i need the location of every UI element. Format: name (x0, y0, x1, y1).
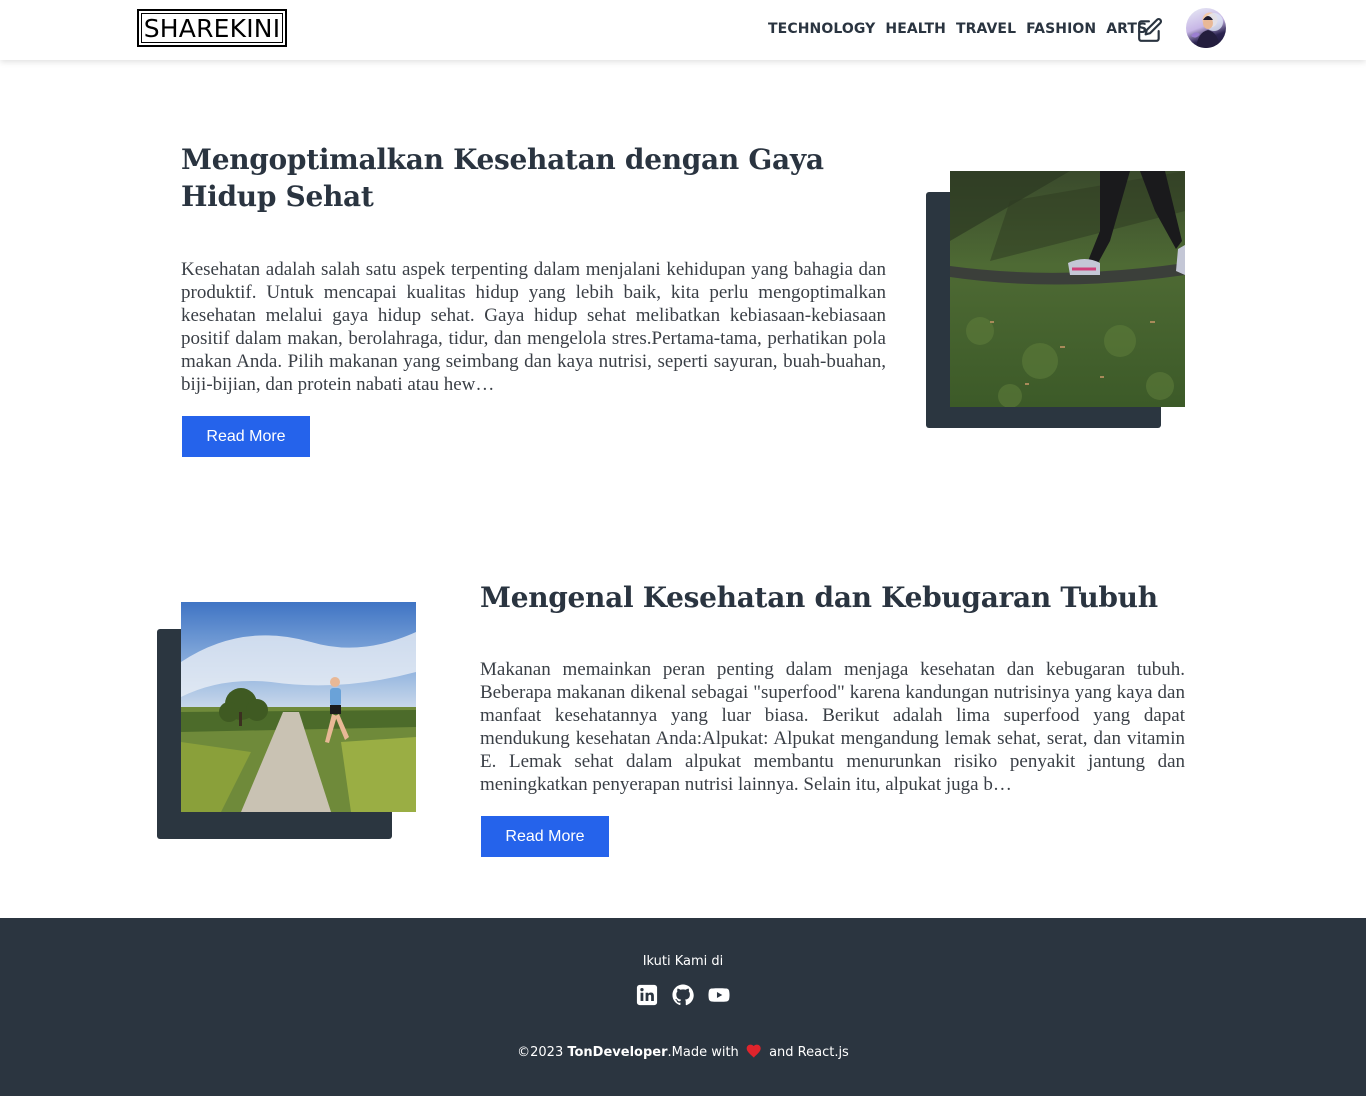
made-with-text: .Made with (667, 1045, 743, 1060)
react-suffix: and React.js (764, 1045, 849, 1060)
site-logo[interactable]: SHAREKINI (137, 9, 287, 47)
linkedin-icon[interactable] (636, 984, 658, 1006)
read-more-button[interactable]: Read More (182, 416, 310, 457)
nav-item-travel[interactable]: TRAVEL (956, 21, 1016, 37)
article-excerpt: Kesehatan adalah salah satu aspek terpen… (181, 259, 886, 395)
article-image-runner-legs[interactable] (950, 171, 1185, 407)
nav-item-technology[interactable]: TECHNOLOGY (768, 21, 875, 37)
article-excerpt: Makanan memainkan peran penting dalam me… (480, 659, 1185, 795)
nav-item-fashion[interactable]: FASHION (1026, 21, 1096, 37)
edit-icon[interactable] (1137, 17, 1163, 43)
article-title[interactable]: Mengoptimalkan Kesehatan dengan Gaya Hid… (181, 141, 891, 215)
site-logo-text[interactable]: SHAREKINI (141, 13, 283, 43)
brand-name: TonDeveloper (567, 1045, 668, 1060)
follow-us-label: Ikuti Kami di (642, 954, 724, 969)
article-title[interactable]: Mengenal Kesehatan dan Kebugaran Tubuh (480, 579, 1185, 616)
heart-icon (746, 1044, 761, 1058)
youtube-icon[interactable] (708, 984, 730, 1006)
main-nav: TECHNOLOGY HEALTH TRAVEL FASHION ARTS (768, 21, 1147, 37)
article-image-runner-road[interactable] (181, 602, 416, 812)
copyright: ©2023 TonDeveloper.Made with and React.j… (0, 1044, 1366, 1060)
social-links (636, 984, 730, 1006)
user-avatar[interactable] (1186, 8, 1226, 48)
copyright-prefix: ©2023 (517, 1045, 568, 1060)
site-footer: Ikuti Kami di ©2023 TonDeveloper.Made wi… (0, 918, 1366, 1096)
nav-item-health[interactable]: HEALTH (885, 21, 946, 37)
github-icon[interactable] (672, 984, 694, 1006)
site-header: SHAREKINI TECHNOLOGY HEALTH TRAVEL FASHI… (0, 0, 1366, 60)
read-more-button[interactable]: Read More (481, 816, 609, 857)
